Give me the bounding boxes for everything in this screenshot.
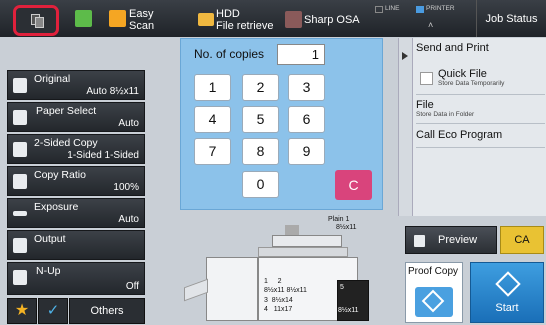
key-4[interactable]: 4 [194,106,231,133]
exposure-icon [13,211,27,216]
hdd-file-retrieve-button[interactable]: HDD File retrieve [216,8,273,32]
quick-file-icon [420,72,433,85]
proof-copy-button[interactable]: Proof Copy [405,262,463,323]
file-item[interactable]: File Store Data in Folder [416,96,545,124]
setting-paper-select[interactable]: Paper Select Auto [7,102,145,132]
n-up-icon [13,270,27,285]
job-status-button[interactable]: Job Status [476,0,546,37]
setting-2-sided-copy[interactable]: 2-Sided Copy 1-Sided 1-Sided [7,134,145,164]
key-5[interactable]: 5 [242,106,279,133]
scanner-unit [272,235,342,247]
others-button[interactable]: Others [69,298,145,324]
setting-exposure[interactable]: Exposure Auto [7,198,145,228]
duplex-icon [13,142,27,157]
network-icon: ˄ [428,20,434,30]
key-1[interactable]: 1 [194,74,231,101]
green-app-icon[interactable] [75,10,92,27]
printer-status-indicator [416,6,424,13]
finisher-tray [184,278,208,302]
key-7[interactable]: 7 [194,138,231,165]
action-panel: Send and Print Quick File Store Data Tem… [398,38,546,216]
paper-icon [13,110,27,125]
output-tray [258,247,348,257]
sharp-osa-icon [285,11,302,28]
bottom-left-bar: ★ ✓ Others [7,298,145,324]
proof-copy-icon [415,287,453,317]
setting-original[interactable]: Original Auto 8½x11 [7,70,145,100]
line-status-indicator [375,6,383,13]
output-icon [13,238,27,253]
star-icon[interactable]: ★ [7,298,37,324]
machine-illustration: Plain 1 8½x11 1 2 8½x11 8½x11 3 8½x14 4 … [180,213,380,325]
bypass-tray-label: Plain 1 8½x11 [328,216,357,231]
tray-1-2-size: 8½x11 8½x11 [264,287,307,294]
call-eco-program-item[interactable]: Call Eco Program [416,126,545,148]
preview-button[interactable]: Preview [405,226,497,254]
original-icon [13,78,27,93]
arrow-right-icon [402,52,408,60]
tray-5-size: 8½x11 [338,307,359,314]
tray-3-label: 3 8½x14 [264,297,293,304]
copies-keypad: No. of copies 1 1 2 3 4 5 6 7 8 9 0 C [180,38,383,210]
key-3[interactable]: 3 [288,74,325,101]
easy-scan-icon [109,10,126,27]
copies-label: No. of copies [194,47,265,61]
home-button[interactable] [13,5,59,36]
checkmark-icon[interactable]: ✓ [38,298,68,324]
home-icon-layer [35,17,44,28]
zoom-icon [13,174,27,189]
sharp-osa-button[interactable]: Sharp OSA [304,14,360,26]
key-9[interactable]: 9 [288,138,325,165]
tray-5-label: 5 [340,284,344,291]
setting-n-up[interactable]: N-Up Off [7,262,145,295]
clear-key[interactable]: C [335,170,372,200]
top-bar: Easy Scan HDD File retrieve Sharp OSA LI… [0,0,546,37]
folder-icon [198,13,214,26]
key-6[interactable]: 6 [288,106,325,133]
line-status-label: LINE [385,5,400,12]
panel-collapse-tab[interactable] [399,38,413,216]
quick-file-item[interactable]: Quick File Store Data Temporarily [416,65,545,95]
key-2[interactable]: 2 [242,74,279,101]
setting-output[interactable]: Output [7,230,145,260]
printer-status-label: PRINTER [426,5,455,12]
tray-1-label: 1 2 [264,278,282,285]
key-0[interactable]: 0 [242,171,279,198]
setting-copy-ratio[interactable]: Copy Ratio 100% [7,166,145,196]
key-8[interactable]: 8 [242,138,279,165]
finisher-unit [206,257,258,321]
copies-input[interactable]: 1 [277,44,325,65]
start-icon [495,271,521,297]
tray-4-label: 4 11x17 [264,306,293,313]
preview-icon [414,235,425,247]
document-feeder [285,225,299,235]
start-button[interactable]: Start [470,262,544,323]
send-and-print-item[interactable]: Send and Print [416,42,545,62]
ca-button[interactable]: CA [500,226,544,254]
easy-scan-button[interactable]: Easy Scan [129,8,154,32]
